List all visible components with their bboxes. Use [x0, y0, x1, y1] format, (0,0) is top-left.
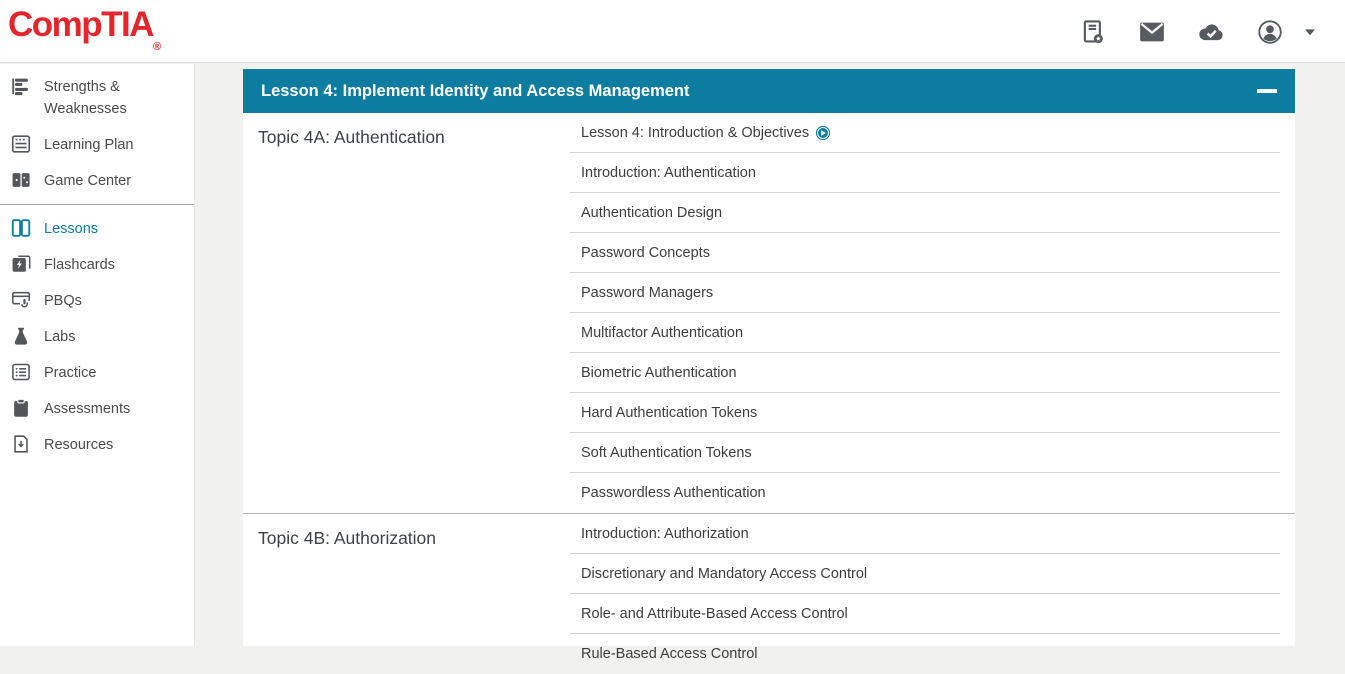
lesson-item[interactable]: Authentication Design — [570, 193, 1280, 233]
topic-items: Introduction: Authorization Discretionar… — [570, 514, 1295, 674]
sidebar-item-label: Flashcards — [44, 254, 115, 276]
lesson-item[interactable]: Biometric Authentication — [570, 353, 1280, 393]
assessments-icon — [10, 397, 32, 419]
sidebar: Strengths & Weaknesses Learning Plan Gam… — [0, 64, 195, 646]
resources-icon — [10, 433, 32, 455]
sidebar-item-label: Practice — [44, 362, 96, 384]
lesson-accordion-header[interactable]: Lesson 4: Implement Identity and Access … — [243, 69, 1295, 113]
account-icon[interactable] — [1254, 16, 1286, 48]
sidebar-item-label: Strengths & Weaknesses — [44, 76, 156, 120]
sidebar-item-labs[interactable]: Labs — [0, 319, 194, 355]
topic-section-4a: Topic 4A: Authentication Lesson 4: Intro… — [243, 113, 1295, 513]
report-icon[interactable] — [1077, 16, 1109, 48]
sidebar-item-label: Labs — [44, 326, 75, 348]
learning-plan-icon — [10, 133, 32, 155]
lesson-item[interactable]: Password Managers — [570, 273, 1280, 313]
sidebar-item-label: Resources — [44, 434, 113, 456]
caret-down-icon[interactable] — [1301, 23, 1319, 41]
flashcards-icon — [10, 253, 32, 275]
sidebar-item-flashcards[interactable]: Flashcards — [0, 247, 194, 283]
lesson-item-label: Biometric Authentication — [581, 365, 737, 381]
sidebar-item-assessments[interactable]: Assessments — [0, 391, 194, 427]
registered-mark: ® — [153, 41, 161, 53]
lesson-title: Lesson 4: Implement Identity and Access … — [243, 82, 1256, 101]
sidebar-item-label: Learning Plan — [44, 134, 134, 156]
sidebar-divider — [0, 204, 194, 205]
lesson-item-label: Introduction: Authentication — [581, 165, 756, 181]
header-icons — [1077, 0, 1319, 63]
sidebar-item-resources[interactable]: Resources — [0, 427, 194, 463]
sidebar-item-label: Assessments — [44, 398, 130, 420]
sidebar-item-practice[interactable]: Practice — [0, 355, 194, 391]
lesson-item-label: Rule-Based Access Control — [581, 646, 758, 662]
lesson-item-label: Lesson 4: Introduction & Objectives — [581, 125, 809, 141]
sidebar-item-label: PBQs — [44, 290, 82, 312]
lesson-item[interactable]: Introduction: Authentication — [570, 153, 1280, 193]
strengths-icon — [10, 75, 32, 97]
game-center-icon — [10, 169, 32, 191]
lesson-item-label: Role- and Attribute-Based Access Control — [581, 606, 848, 622]
lesson-item-label: Soft Authentication Tokens — [581, 445, 752, 461]
lesson-panel: Lesson 4: Implement Identity and Access … — [243, 69, 1295, 646]
lesson-item[interactable]: Soft Authentication Tokens — [570, 433, 1280, 473]
lesson-item[interactable]: Hard Authentication Tokens — [570, 393, 1280, 433]
topic-label: Topic 4A: Authentication — [243, 113, 570, 513]
minus-icon — [1257, 89, 1277, 94]
lesson-item-label: Password Concepts — [581, 245, 710, 261]
lesson-item-label: Discretionary and Mandatory Access Contr… — [581, 566, 867, 582]
lesson-item[interactable]: Multifactor Authentication — [570, 313, 1280, 353]
play-icon[interactable] — [815, 125, 831, 141]
sidebar-item-lessons[interactable]: Lessons — [0, 211, 194, 247]
lesson-item-label: Passwordless Authentication — [581, 485, 766, 501]
sidebar-item-learning-plan[interactable]: Learning Plan — [0, 127, 194, 163]
lesson-item-label: Authentication Design — [581, 205, 722, 221]
lessons-icon — [10, 217, 32, 239]
lesson-item-label: Password Managers — [581, 285, 713, 301]
mail-icon[interactable] — [1136, 16, 1168, 48]
lesson-item[interactable]: Password Concepts — [570, 233, 1280, 273]
topic-items: Lesson 4: Introduction & Objectives Intr… — [570, 113, 1295, 513]
pbqs-icon — [10, 289, 32, 311]
topic-label: Topic 4B: Authorization — [243, 514, 570, 674]
lesson-item[interactable]: Introduction: Authorization — [570, 514, 1280, 554]
topic-section-4b: Topic 4B: Authorization Introduction: Au… — [243, 513, 1295, 674]
collapse-button[interactable] — [1256, 69, 1278, 113]
comptia-logo[interactable]: CompTIA® — [8, 5, 161, 53]
lesson-item-label: Introduction: Authorization — [581, 526, 749, 542]
sidebar-item-label: Lessons — [44, 218, 98, 240]
lesson-item-label: Multifactor Authentication — [581, 325, 743, 341]
lesson-item[interactable]: Rule-Based Access Control — [570, 634, 1280, 674]
sidebar-item-label: Game Center — [44, 170, 131, 192]
lesson-item[interactable]: Role- and Attribute-Based Access Control — [570, 594, 1280, 634]
lesson-item[interactable]: Passwordless Authentication — [570, 473, 1280, 513]
practice-icon — [10, 361, 32, 383]
labs-icon — [10, 325, 32, 347]
cloud-check-icon[interactable] — [1195, 16, 1227, 48]
lesson-item-label: Hard Authentication Tokens — [581, 405, 757, 421]
sidebar-item-pbqs[interactable]: PBQs — [0, 283, 194, 319]
lesson-item[interactable]: Discretionary and Mandatory Access Contr… — [570, 554, 1280, 594]
top-header: CompTIA® — [0, 0, 1345, 63]
lesson-item[interactable]: Lesson 4: Introduction & Objectives — [570, 113, 1280, 153]
sidebar-item-strengths-weaknesses[interactable]: Strengths & Weaknesses — [0, 69, 194, 127]
sidebar-item-game-center[interactable]: Game Center — [0, 163, 194, 199]
